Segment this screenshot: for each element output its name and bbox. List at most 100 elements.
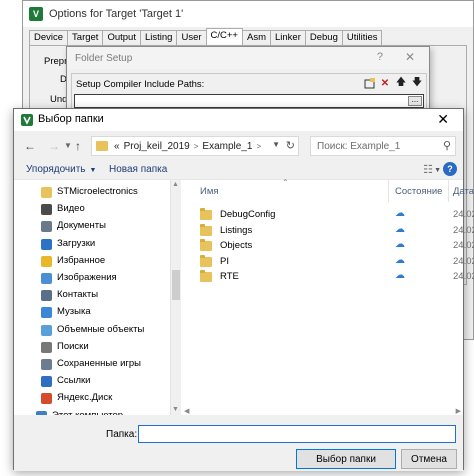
nav-item-label: Избранное <box>57 254 106 266</box>
scroll-right-icon[interactable]: ▶ <box>456 407 461 415</box>
breadcrumb-overflow[interactable]: « <box>114 141 120 152</box>
nav-item-label: Документы <box>57 220 106 232</box>
list-item[interactable]: DebugConfig ☁ 24.02 <box>182 208 474 223</box>
back-arrow-icon[interactable]: ← <box>24 139 36 153</box>
folder-label: Папка: <box>106 429 138 440</box>
folder-icon <box>96 141 108 151</box>
column-header-date[interactable]: Дата <box>453 186 474 197</box>
nav-item[interactable]: Избранное <box>14 253 170 270</box>
nav-item[interactable]: Загрузки <box>14 236 170 253</box>
nav-item[interactable]: Яндекс.Диск <box>14 390 170 407</box>
column-header-status[interactable]: Состояние <box>395 186 442 197</box>
scrollbar-thumb[interactable] <box>172 270 180 300</box>
move-down-icon[interactable]: 🡇 <box>410 76 424 90</box>
move-up-icon[interactable]: 🡅 <box>394 76 408 90</box>
browse-button[interactable]: ... <box>408 96 422 106</box>
nav-item[interactable]: Контакты <box>14 287 170 304</box>
tab-device[interactable]: Device <box>29 30 69 45</box>
folder-name-input[interactable] <box>138 425 456 443</box>
tab-debug[interactable]: Debug <box>304 30 343 45</box>
command-bar: Упорядочить ▼ Новая папка ☷ ▼ ? <box>14 161 463 179</box>
help-button[interactable]: ? <box>377 51 383 63</box>
chevron-right-icon[interactable]: > <box>194 142 199 151</box>
nav-item-label: Музыка <box>57 306 91 318</box>
nav-item-label: STMicroelectronics <box>57 186 138 197</box>
options-tabs: Device Target Output Listing User C/C++ … <box>29 28 383 45</box>
folder-icon <box>200 208 212 220</box>
cloud-status-icon: ☁ <box>395 254 405 266</box>
view-options-icon[interactable]: ☷ <box>423 163 433 176</box>
chevron-down-icon[interactable]: ▼ <box>434 167 441 174</box>
refresh-icon[interactable]: ↻ <box>286 139 295 152</box>
column-divider[interactable] <box>448 180 449 202</box>
scroll-down-icon[interactable]: ▼ <box>172 406 179 413</box>
nav-item[interactable]: Сохраненные игры <box>14 356 170 373</box>
nav-item-label: Ссылки <box>57 375 91 387</box>
scroll-left-icon[interactable]: ◀ <box>184 407 189 415</box>
item-name: Listings <box>220 224 253 236</box>
pictures-icon <box>41 273 52 284</box>
tab-utilities[interactable]: Utilities <box>341 30 383 45</box>
games-icon <box>41 359 52 370</box>
chevron-right-icon[interactable]: > <box>256 142 261 151</box>
folder-setup-titlebar: Folder Setup <box>67 47 429 69</box>
contacts-icon <box>41 290 52 302</box>
file-list: Имя ⌃ Состояние Дата DebugConfig☁24.02Li… <box>182 178 474 416</box>
up-arrow-icon[interactable]: ↑ <box>75 139 81 153</box>
nav-item[interactable]: Изображения <box>14 270 170 287</box>
breadcrumb-example[interactable]: Example_1 <box>202 141 252 152</box>
cancel-button[interactable]: Отмена <box>401 449 457 469</box>
column-header-name[interactable]: Имя <box>200 186 219 197</box>
include-path-field[interactable]: ... <box>74 94 424 108</box>
list-item[interactable]: RTE ☁ 24.02 <box>182 270 474 285</box>
navigation-scrollbar[interactable]: ▲ ▼ <box>170 180 181 416</box>
search-input[interactable]: Поиск: Example_1 ⚲ <box>310 136 456 156</box>
nav-item[interactable]: Поиски <box>14 339 170 356</box>
cloud-status-icon: ☁ <box>395 270 405 281</box>
tab-linker[interactable]: Linker <box>269 30 306 45</box>
tab-user[interactable]: User <box>176 30 207 45</box>
tab-output[interactable]: Output <box>102 30 141 45</box>
forward-arrow-icon[interactable]: → <box>48 139 60 153</box>
folder-browser-dialog: Выбор папки ✕ ← → ▼ ↑ « Proj_keil_2019 >… <box>13 108 474 471</box>
delete-path-icon[interactable]: ✕ <box>378 76 392 90</box>
nav-item[interactable]: STMicroelectronics <box>14 184 170 201</box>
nav-item[interactable]: Видео <box>14 201 170 218</box>
help-icon[interactable]: ? <box>443 162 457 176</box>
folder-browser-close-button[interactable]: ✕ <box>437 111 449 128</box>
select-folder-button[interactable]: Выбор папки <box>296 449 396 469</box>
nav-item[interactable]: Объемные объекты <box>14 322 170 339</box>
navigation-pane: STMicroelectronics Видео Документы Загрузки… <box>14 180 170 416</box>
tab-listing[interactable]: Listing <box>139 30 178 45</box>
nav-item[interactable]: Документы <box>14 218 170 235</box>
recent-locations-icon[interactable]: ▼ <box>64 141 72 150</box>
new-folder-button[interactable]: Новая папка <box>109 164 167 175</box>
include-paths-toolbar: ✕ 🡅 🡇 <box>362 76 424 90</box>
new-path-icon[interactable] <box>362 76 376 90</box>
address-bar[interactable]: « Proj_keil_2019 > Example_1 > ▼ ↻ <box>91 136 299 156</box>
dialog-footer: Папка: Выбор папки Отмена <box>14 415 463 471</box>
folder-icon <box>200 270 212 282</box>
chevron-down-icon[interactable]: ▼ <box>272 140 280 149</box>
cloud-status-icon: ☁ <box>395 208 405 219</box>
keil-app-icon <box>21 114 33 126</box>
cloud-icon <box>41 393 52 405</box>
nav-item[interactable]: Ссылки <box>14 373 170 390</box>
music-icon <box>41 307 52 319</box>
breadcrumb-proj-keil[interactable]: Proj_keil_2019 <box>124 141 190 152</box>
organize-menu[interactable]: Упорядочить ▼ <box>26 164 96 175</box>
tab-target[interactable]: Target <box>67 30 104 45</box>
list-item[interactable]: PI ☁ 24.02 <box>182 254 474 270</box>
search-icon[interactable]: ⚲ <box>443 139 451 152</box>
list-item[interactable]: Objects ☁ 24.02 <box>182 239 474 254</box>
scroll-up-icon[interactable]: ▲ <box>172 181 179 188</box>
star-icon <box>41 255 52 267</box>
tab-c-cpp[interactable]: C/C++ <box>205 28 243 45</box>
nav-item-label: Объемные объекты <box>57 323 145 335</box>
tab-asm[interactable]: Asm <box>241 30 271 45</box>
folder-setup-close-button[interactable]: ✕ <box>405 50 415 64</box>
nav-item[interactable]: Музыка <box>14 304 170 321</box>
browser-content: STMicroelectronics Видео Документы Загрузки… <box>14 178 474 416</box>
list-item[interactable]: Listings ☁ 24.02 <box>182 223 474 239</box>
column-divider[interactable] <box>388 180 389 202</box>
